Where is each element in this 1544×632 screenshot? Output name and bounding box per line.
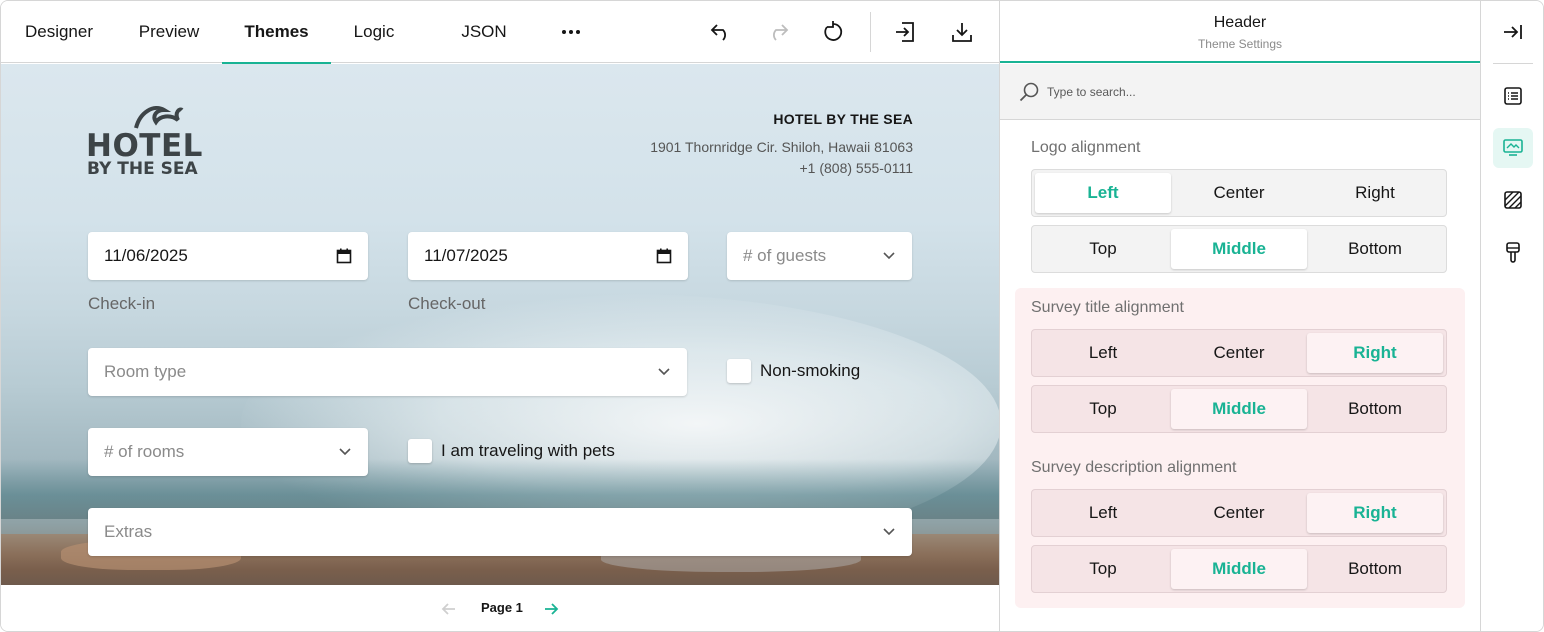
redo-icon[interactable] <box>764 18 792 46</box>
survey-creator-window: Designer Preview Themes Logic JSON Edito… <box>0 0 1544 632</box>
logo-align-bottom-button[interactable]: Bottom <box>1307 229 1443 269</box>
rail-separator <box>1493 63 1533 64</box>
room-type-dropdown[interactable]: Room type <box>88 348 687 396</box>
description-align-center-button[interactable]: Center <box>1171 493 1307 533</box>
survey-description-address: 1901 Thornridge Cir. Shiloh, Hawaii 8106… <box>650 139 913 155</box>
logo-alignment-label: Logo alignment <box>1031 139 1141 156</box>
guests-placeholder: # of guests <box>743 246 827 265</box>
tab-json-editor[interactable]: JSON Editor <box>439 1 529 103</box>
title-align-middle-button[interactable]: Middle <box>1171 389 1307 429</box>
collapse-panel-icon[interactable] <box>1493 12 1533 52</box>
page-navigator: Page 1 <box>1 585 999 631</box>
header-settings-icon[interactable] <box>1493 128 1533 168</box>
calendar-icon <box>656 248 672 264</box>
logo-align-center-button[interactable]: Center <box>1171 173 1307 213</box>
rooms-dropdown[interactable]: # of rooms <box>88 428 368 476</box>
tab-designer[interactable]: Designer <box>24 1 94 63</box>
title-align-top-button[interactable]: Top <box>1035 389 1171 429</box>
background-icon[interactable] <box>1493 180 1533 220</box>
undo-icon[interactable] <box>707 18 735 46</box>
pets-label: I am traveling with pets <box>441 441 615 460</box>
extras-placeholder: Extras <box>104 522 153 541</box>
pets-option[interactable]: I am traveling with pets <box>408 439 615 463</box>
description-align-left-button[interactable]: Left <box>1035 493 1171 533</box>
arrow-left-icon[interactable] <box>439 599 459 619</box>
side-icon-rail <box>1481 1 1543 631</box>
panel-header: Header Theme Settings <box>1000 1 1480 63</box>
pets-checkbox[interactable] <box>408 439 432 463</box>
title-alignment-label: Survey title alignment <box>1031 299 1184 316</box>
description-align-top-button[interactable]: Top <box>1035 549 1171 589</box>
reset-icon[interactable] <box>819 18 847 46</box>
panel-title: Header <box>1213 14 1267 31</box>
hotel-logo: HOTEL BY THE SEA <box>86 102 202 179</box>
wave-logo-icon <box>134 106 184 129</box>
logo-vertical-alignment: Top Middle Bottom <box>1031 225 1447 273</box>
survey-preview-canvas: HOTEL BY THE SEA HOTEL BY THE SEA 1901 T… <box>1 64 999 585</box>
title-align-right-button[interactable]: Right <box>1307 333 1443 373</box>
appearance-brush-icon[interactable] <box>1493 232 1533 272</box>
page-label: Page 1 <box>481 600 523 615</box>
chevron-down-icon <box>882 525 896 539</box>
search-icon <box>1019 82 1039 102</box>
tab-logic[interactable]: Logic <box>353 1 395 63</box>
guests-dropdown[interactable]: # of guests <box>727 232 912 280</box>
logo-align-left-button[interactable]: Left <box>1035 173 1171 213</box>
settings-search <box>1000 64 1480 120</box>
description-align-bottom-button[interactable]: Bottom <box>1307 549 1443 589</box>
survey-title: HOTEL BY THE SEA <box>773 111 913 127</box>
checkin-label: Check-in <box>88 294 156 313</box>
logo-align-right-button[interactable]: Right <box>1307 173 1443 213</box>
title-vertical-alignment: Top Middle Bottom <box>1031 385 1447 433</box>
checkout-date-input[interactable]: 11/07/2025 <box>408 232 688 280</box>
logo-horizontal-alignment: Left Center Right <box>1031 169 1447 217</box>
tab-themes[interactable]: Themes <box>222 1 331 64</box>
title-align-center-button[interactable]: Center <box>1171 333 1307 373</box>
checkout-value: 11/07/2025 <box>424 246 508 265</box>
non-smoking-checkbox[interactable] <box>727 359 751 383</box>
import-icon[interactable] <box>891 18 919 46</box>
chevron-down-icon <box>657 365 671 379</box>
checkin-date-input[interactable]: 11/06/2025 <box>88 232 368 280</box>
search-input[interactable] <box>1047 81 1447 103</box>
theme-settings-panel: Header Theme Settings Logo alignment Lef… <box>1000 1 1480 631</box>
description-vertical-alignment: Top Middle Bottom <box>1031 545 1447 593</box>
download-icon[interactable] <box>948 18 976 46</box>
toolbar-separator <box>870 12 871 52</box>
panel-subtitle: Theme Settings <box>1197 37 1283 51</box>
description-align-middle-button[interactable]: Middle <box>1171 549 1307 589</box>
non-smoking-option[interactable]: Non-smoking <box>727 359 860 383</box>
general-settings-icon[interactable] <box>1493 76 1533 116</box>
title-horizontal-alignment: Left Center Right <box>1031 329 1447 377</box>
rooms-placeholder: # of rooms <box>104 442 185 461</box>
top-toolbar: Designer Preview Themes Logic JSON Edito… <box>1 1 999 103</box>
description-align-right-button[interactable]: Right <box>1307 493 1443 533</box>
description-horizontal-alignment: Left Center Right <box>1031 489 1447 537</box>
chevron-down-icon <box>338 445 352 459</box>
logo-text-by-the-sea: BY THE SEA <box>87 159 198 179</box>
title-align-left-button[interactable]: Left <box>1035 333 1171 373</box>
calendar-icon <box>336 248 352 264</box>
room-type-placeholder: Room type <box>104 362 187 381</box>
arrow-right-icon[interactable] <box>541 599 561 619</box>
description-alignment-label: Survey description alignment <box>1031 459 1237 476</box>
non-smoking-label: Non-smoking <box>760 361 861 380</box>
title-align-bottom-button[interactable]: Bottom <box>1307 389 1443 429</box>
checkin-value: 11/06/2025 <box>104 246 188 265</box>
chevron-down-icon <box>882 249 896 263</box>
logo-align-top-button[interactable]: Top <box>1035 229 1171 269</box>
tab-preview[interactable]: Preview <box>138 1 200 63</box>
survey-description-phone: +1 (808) 555-0111 <box>799 160 913 176</box>
extras-dropdown[interactable]: Extras <box>88 508 912 556</box>
logo-align-middle-button[interactable]: Middle <box>1171 229 1307 269</box>
more-icon[interactable] <box>557 18 585 46</box>
checkout-label: Check-out <box>408 294 486 313</box>
